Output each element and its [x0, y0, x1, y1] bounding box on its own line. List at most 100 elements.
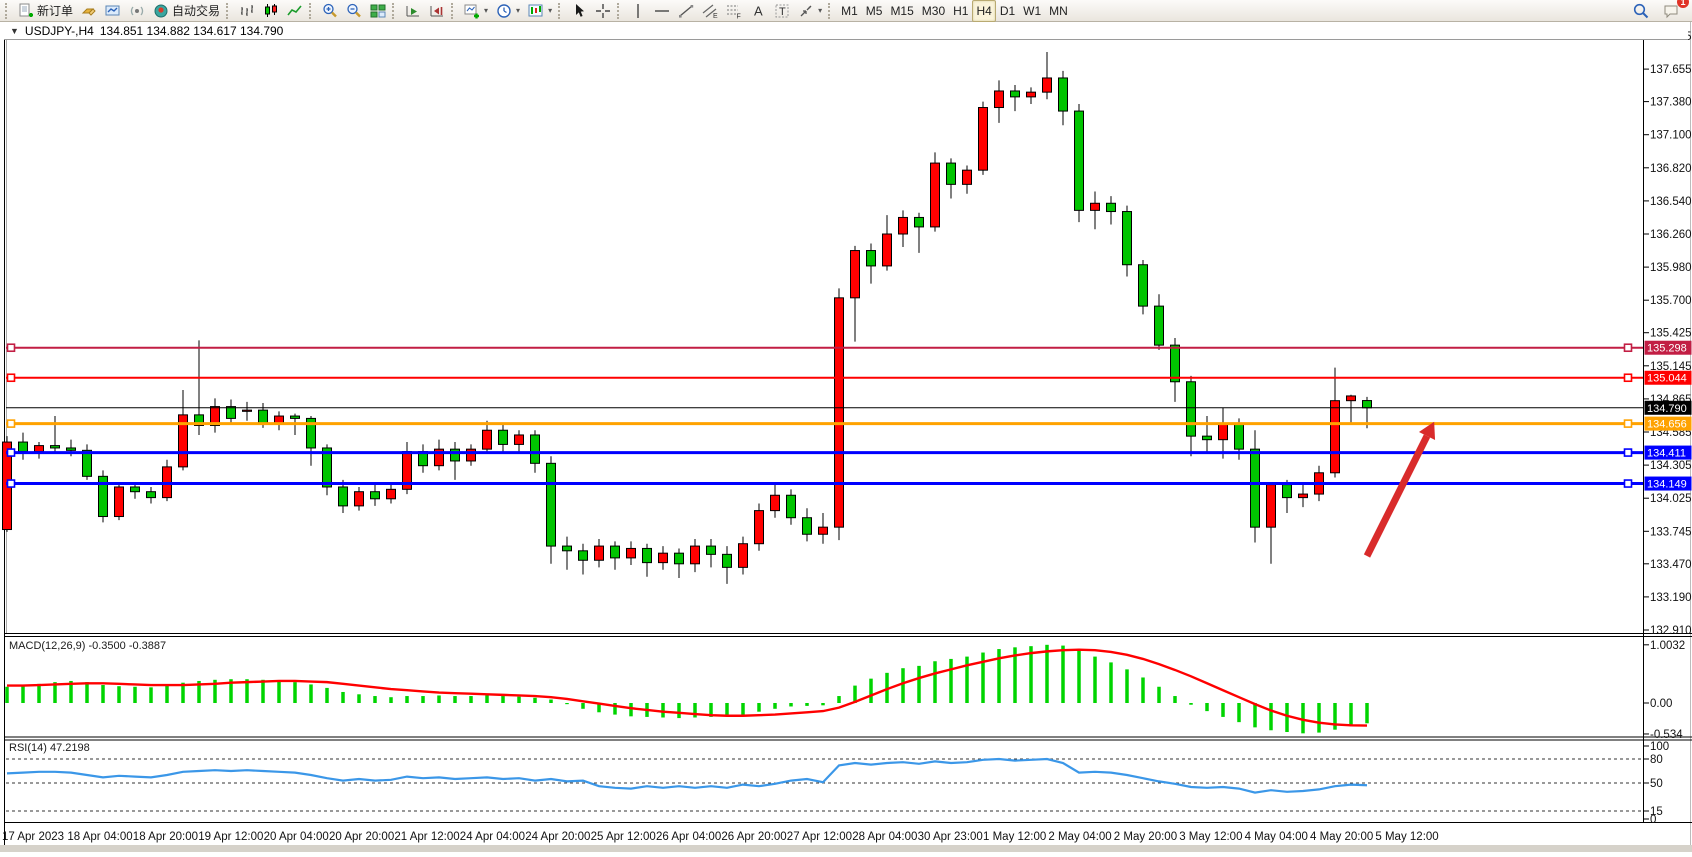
horizontal-line-button[interactable]	[650, 0, 674, 22]
svg-text:26 Apr 20:00: 26 Apr 20:00	[721, 831, 786, 843]
svg-text:135.298: 135.298	[1647, 343, 1687, 355]
candles-icon	[263, 3, 279, 19]
svg-text:137.655: 137.655	[1650, 64, 1692, 76]
svg-text:1.0032: 1.0032	[1650, 640, 1685, 652]
candlestick-button[interactable]	[259, 0, 283, 22]
svg-text:133.470: 133.470	[1650, 559, 1692, 571]
charts-button[interactable]	[101, 0, 125, 22]
svg-text:135.044: 135.044	[1647, 373, 1687, 385]
svg-text:134.025: 134.025	[1650, 493, 1692, 505]
text-button[interactable]: A	[746, 0, 770, 22]
line-handle[interactable]	[1625, 374, 1632, 381]
crosshair-button[interactable]	[591, 0, 615, 22]
notification-badge: 1	[1677, 0, 1689, 8]
svg-text:18 Apr 04:00: 18 Apr 04:00	[67, 831, 132, 843]
timeframe-H1[interactable]: H1	[949, 0, 972, 22]
new-order-button-label: 新订单	[37, 2, 73, 19]
svg-text:21 Apr 12:00: 21 Apr 12:00	[394, 831, 459, 843]
svg-text:80: 80	[1650, 754, 1663, 766]
toolbar-group-grip	[226, 3, 231, 19]
svg-text:28 Apr 04:00: 28 Apr 04:00	[852, 831, 917, 843]
chart-symbol-period: USDJPY-,H4	[25, 24, 94, 38]
chevron-down-icon[interactable]: ▾	[548, 6, 552, 15]
shift-icon	[429, 3, 445, 19]
svg-text:137.100: 137.100	[1650, 130, 1692, 142]
periods-button[interactable]: ▾	[492, 0, 524, 22]
line-handle[interactable]	[8, 449, 15, 456]
timeframe-H4[interactable]: H4	[972, 0, 995, 22]
svg-text:T: T	[779, 6, 786, 18]
svg-text:134.790: 134.790	[1647, 403, 1687, 415]
svg-text:135.700: 135.700	[1650, 295, 1692, 307]
svg-text:20 Apr 20:00: 20 Apr 20:00	[329, 831, 394, 843]
toolbar-group-grip	[451, 3, 456, 19]
label-button[interactable]: T	[770, 0, 794, 22]
timeframe-W1-label: W1	[1023, 4, 1041, 18]
cursor-button[interactable]	[567, 0, 591, 22]
svg-text:0.00: 0.00	[1650, 698, 1672, 710]
fibonacci-button[interactable]: F	[722, 0, 746, 22]
arrows-button[interactable]: ▾	[794, 0, 826, 22]
timeframe-M1[interactable]: M1	[837, 0, 862, 22]
svg-text:135.980: 135.980	[1650, 262, 1692, 274]
channel-button[interactable]: E	[698, 0, 722, 22]
svg-text:24 Apr 04:00: 24 Apr 04:00	[460, 831, 525, 843]
clock-icon	[496, 3, 512, 19]
new-chart-icon	[464, 3, 480, 19]
autotrade-button[interactable]: 自动交易	[149, 0, 224, 22]
svg-text:0: 0	[1650, 814, 1656, 826]
chart-dropdown-icon[interactable]: ▼	[10, 26, 19, 36]
toolbar-group-grip	[617, 3, 622, 19]
svg-text:100: 100	[1650, 741, 1669, 753]
chevron-down-icon[interactable]: ▾	[484, 6, 488, 15]
bar-chart-button[interactable]	[235, 0, 259, 22]
svg-text:-0.534: -0.534	[1650, 729, 1683, 741]
svg-text:19 Apr 12:00: 19 Apr 12:00	[198, 831, 263, 843]
svg-text:5 May 12:00: 5 May 12:00	[1375, 831, 1438, 843]
chevron-down-icon[interactable]: ▾	[516, 6, 520, 15]
fibo-icon: F	[726, 3, 742, 19]
line-handle[interactable]	[8, 344, 15, 351]
svg-text:4 May 04:00: 4 May 04:00	[1245, 831, 1308, 843]
vertical-line-button[interactable]	[626, 0, 650, 22]
vline-icon	[630, 3, 646, 19]
line-chart-button[interactable]	[283, 0, 307, 22]
signals-button[interactable]	[125, 0, 149, 22]
timeframe-M5[interactable]: M5	[862, 0, 887, 22]
timeframe-D1-label: D1	[1000, 4, 1015, 18]
chart-canvas[interactable]: 137.935137.655137.380137.100136.820136.5…	[0, 0, 1692, 852]
svg-text:1 May 12:00: 1 May 12:00	[983, 831, 1046, 843]
timeframe-W1[interactable]: W1	[1019, 0, 1045, 22]
auto-scroll-button[interactable]	[401, 0, 425, 22]
hline-icon	[654, 3, 670, 19]
new-order-button[interactable]: 新订单	[14, 0, 77, 22]
search-icon	[1633, 3, 1649, 19]
search-button[interactable]	[1629, 0, 1653, 22]
line-handle[interactable]	[1625, 480, 1632, 487]
market-icon	[81, 3, 97, 19]
svg-text:134.149: 134.149	[1647, 479, 1687, 491]
trendline-button[interactable]	[674, 0, 698, 22]
text-t-icon: T	[774, 3, 790, 19]
line-handle[interactable]	[1625, 344, 1632, 351]
templates-button[interactable]: ▾	[524, 0, 556, 22]
tile-windows-button[interactable]	[366, 0, 390, 22]
arrows-icon	[798, 3, 814, 19]
chart-shift-button[interactable]	[425, 0, 449, 22]
line-handle[interactable]	[8, 374, 15, 381]
market-watch-button[interactable]	[77, 0, 101, 22]
line-handle[interactable]	[8, 420, 15, 427]
zoom-out-button[interactable]	[342, 0, 366, 22]
timeframe-M15[interactable]: M15	[886, 0, 917, 22]
svg-text:134.411: 134.411	[1647, 448, 1686, 460]
line-handle[interactable]	[1625, 449, 1632, 456]
line-handle[interactable]	[8, 480, 15, 487]
line-handle[interactable]	[1625, 420, 1632, 427]
zoom-in-button[interactable]	[318, 0, 342, 22]
svg-text:18 Apr 20:00: 18 Apr 20:00	[133, 831, 198, 843]
timeframe-M30[interactable]: M30	[918, 0, 949, 22]
chevron-down-icon[interactable]: ▾	[818, 6, 822, 15]
timeframe-MN[interactable]: MN	[1045, 0, 1072, 22]
new-chart-button[interactable]: ▾	[460, 0, 492, 22]
timeframe-D1[interactable]: D1	[996, 0, 1019, 22]
